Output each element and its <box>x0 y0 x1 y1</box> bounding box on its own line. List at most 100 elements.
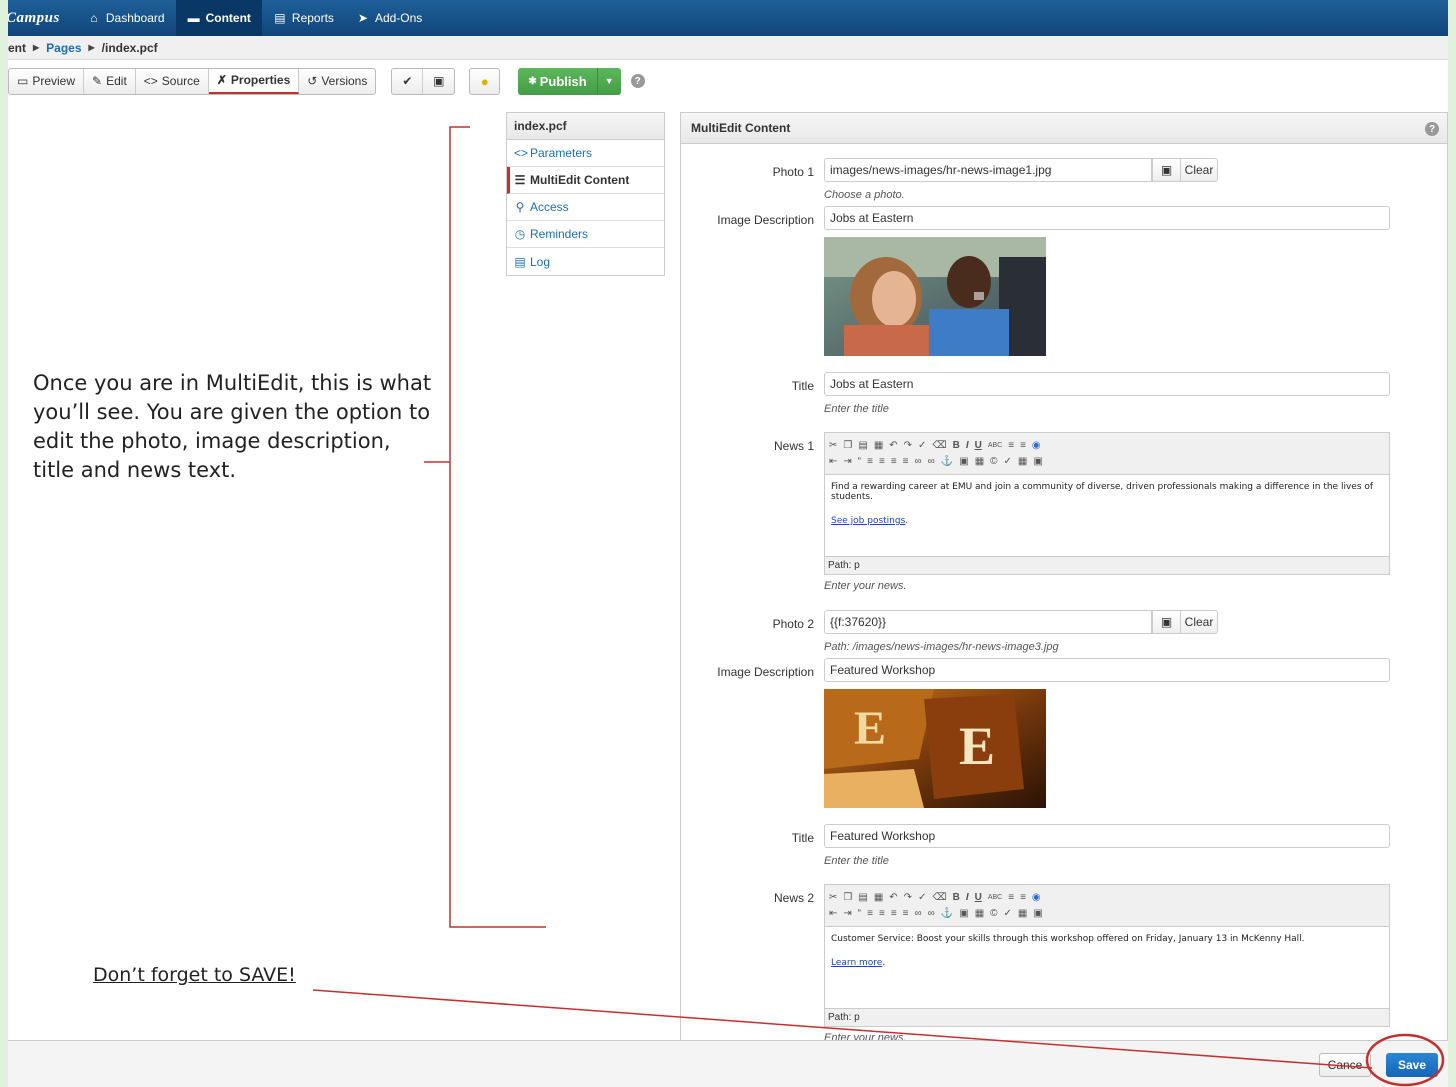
align-right-icon[interactable]: ≡ <box>891 456 897 467</box>
nav-add-ons[interactable]: ➤ Add-Ons <box>345 0 433 36</box>
bullet-list-icon[interactable]: ≡ <box>1008 440 1014 451</box>
desc2-input[interactable]: Featured Workshop <box>824 658 1390 682</box>
indent-icon[interactable]: ⇥ <box>843 456 851 467</box>
photo2-input[interactable]: {{f:37620}} <box>824 610 1152 634</box>
spellcheck-icon[interactable]: ✓ <box>918 892 926 903</box>
undo-icon[interactable]: ↶ <box>889 440 897 451</box>
align-center-icon[interactable]: ≡ <box>879 908 885 919</box>
insert-image-icon[interactable]: ▣ <box>959 456 968 467</box>
save-draft-button[interactable]: ▣ <box>423 69 454 94</box>
lightbulb-button[interactable]: ● <box>469 67 501 95</box>
check-button[interactable]: ✔ <box>392 68 424 94</box>
news1-link[interactable]: See job postings <box>831 516 905 526</box>
bullet-list-icon[interactable]: ≡ <box>1008 892 1014 903</box>
photo2-clear-button[interactable]: Clear <box>1180 610 1218 634</box>
paste-word-icon[interactable]: ▦ <box>874 440 883 451</box>
sidebar-item-reminders[interactable]: ◷ Reminders <box>507 221 664 248</box>
title1-input[interactable]: Jobs at Eastern <box>824 372 1390 396</box>
spellcheck-icon[interactable]: ✓ <box>918 440 926 451</box>
unlink-icon[interactable]: ∞ <box>928 456 935 467</box>
copyright-icon[interactable]: © <box>990 908 997 919</box>
copyright-icon[interactable]: © <box>990 456 997 467</box>
bold-icon[interactable]: B <box>953 440 960 451</box>
strikethrough-icon[interactable]: ABC <box>988 442 1002 449</box>
save-button[interactable]: Save <box>1386 1053 1438 1077</box>
versions-button[interactable]: ↺ Versions <box>299 69 375 94</box>
redo-icon[interactable]: ↷ <box>904 892 912 903</box>
copy-icon[interactable]: ❐ <box>843 440 852 451</box>
cleanup-icon[interactable]: ✓ <box>1004 456 1012 467</box>
eraser-icon[interactable]: ⌫ <box>932 892 946 903</box>
align-center-icon[interactable]: ≡ <box>879 456 885 467</box>
undo-icon[interactable]: ↶ <box>889 892 897 903</box>
publish-dropdown-button[interactable]: ▼ <box>596 67 621 95</box>
help-icon[interactable]: ◉ <box>1032 440 1041 451</box>
insert-media-icon[interactable]: ▦ <box>975 456 984 467</box>
desc1-input[interactable]: Jobs at Eastern <box>824 206 1390 230</box>
image-browse-button[interactable]: ▣ <box>1152 610 1180 634</box>
news2-link[interactable]: Learn more <box>831 958 882 968</box>
align-left-icon[interactable]: ≡ <box>867 908 873 919</box>
title2-input[interactable]: Featured Workshop <box>824 824 1390 848</box>
nav-reports[interactable]: ▤ Reports <box>262 0 345 36</box>
help-icon[interactable]: ? <box>1425 122 1439 136</box>
preview-button[interactable]: ▭ Preview <box>9 68 85 94</box>
table-icon[interactable]: ▦ <box>1018 456 1027 467</box>
nav-content[interactable]: ▬ Content <box>175 0 262 36</box>
source-button[interactable]: <> Source <box>136 68 209 94</box>
strikethrough-icon[interactable]: ABC <box>988 894 1002 901</box>
news1-content[interactable]: Find a rewarding career at EMU and join … <box>825 475 1389 556</box>
eraser-icon[interactable]: ⌫ <box>932 440 946 451</box>
edit-button[interactable]: ✎ Edit <box>84 68 136 94</box>
indent-icon[interactable]: ⇥ <box>843 908 851 919</box>
paste-word-icon[interactable]: ▦ <box>874 892 883 903</box>
italic-icon[interactable]: I <box>966 892 969 903</box>
align-justify-icon[interactable]: ≡ <box>903 456 909 467</box>
cancel-button[interactable]: Cance <box>1319 1053 1371 1077</box>
help-icon[interactable]: ? <box>630 74 645 88</box>
outdent-icon[interactable]: ⇤ <box>829 908 837 919</box>
redo-icon[interactable]: ↷ <box>904 440 912 451</box>
bold-icon[interactable]: B <box>953 892 960 903</box>
fullscreen-icon[interactable]: ▣ <box>1033 908 1042 919</box>
cut-icon[interactable]: ✂ <box>829 440 837 451</box>
fullscreen-icon[interactable]: ▣ <box>1033 456 1042 467</box>
align-justify-icon[interactable]: ≡ <box>903 908 909 919</box>
photo1-clear-button[interactable]: Clear <box>1180 158 1218 182</box>
anchor-icon[interactable]: ⚓ <box>941 456 953 467</box>
paste-icon[interactable]: ▤ <box>858 440 867 451</box>
breadcrumb-item-content[interactable]: ent <box>8 41 26 55</box>
cleanup-icon[interactable]: ✓ <box>1004 908 1012 919</box>
link-icon[interactable]: ∞ <box>915 908 922 919</box>
help-icon[interactable]: ◉ <box>1032 892 1041 903</box>
blockquote-icon[interactable]: “ <box>858 908 861 919</box>
link-icon[interactable]: ∞ <box>915 456 922 467</box>
align-left-icon[interactable]: ≡ <box>867 456 873 467</box>
breadcrumb-item-pages[interactable]: Pages <box>46 41 81 55</box>
properties-button[interactable]: ✗ Properties <box>208 68 300 94</box>
cut-icon[interactable]: ✂ <box>829 892 837 903</box>
sidebar-item-multiedit-content[interactable]: ☰ MultiEdit Content <box>507 167 664 194</box>
italic-icon[interactable]: I <box>966 440 969 451</box>
underline-icon[interactable]: U <box>975 440 982 451</box>
blockquote-icon[interactable]: “ <box>858 456 861 467</box>
sidebar-item-parameters[interactable]: <> Parameters <box>507 140 664 167</box>
news2-content[interactable]: Customer Service: Boost your skills thro… <box>825 927 1389 1008</box>
numbered-list-icon[interactable]: ≡ <box>1020 440 1026 451</box>
table-icon[interactable]: ▦ <box>1018 908 1027 919</box>
image-browse-button[interactable]: ▣ <box>1152 158 1180 182</box>
insert-image-icon[interactable]: ▣ <box>959 908 968 919</box>
anchor-icon[interactable]: ⚓ <box>941 908 953 919</box>
publish-button[interactable]: ✱ Publish <box>518 67 597 95</box>
outdent-icon[interactable]: ⇤ <box>829 456 837 467</box>
unlink-icon[interactable]: ∞ <box>928 908 935 919</box>
photo1-input[interactable]: images/news-images/hr-news-image1.jpg <box>824 158 1152 182</box>
paste-icon[interactable]: ▤ <box>858 892 867 903</box>
underline-icon[interactable]: U <box>975 892 982 903</box>
sidebar-item-log[interactable]: ▤ Log <box>507 248 664 275</box>
sidebar-item-access[interactable]: ⚲ Access <box>507 194 664 221</box>
insert-media-icon[interactable]: ▦ <box>975 908 984 919</box>
numbered-list-icon[interactable]: ≡ <box>1020 892 1026 903</box>
copy-icon[interactable]: ❐ <box>843 892 852 903</box>
nav-dashboard[interactable]: ⌂ Dashboard <box>76 0 176 36</box>
